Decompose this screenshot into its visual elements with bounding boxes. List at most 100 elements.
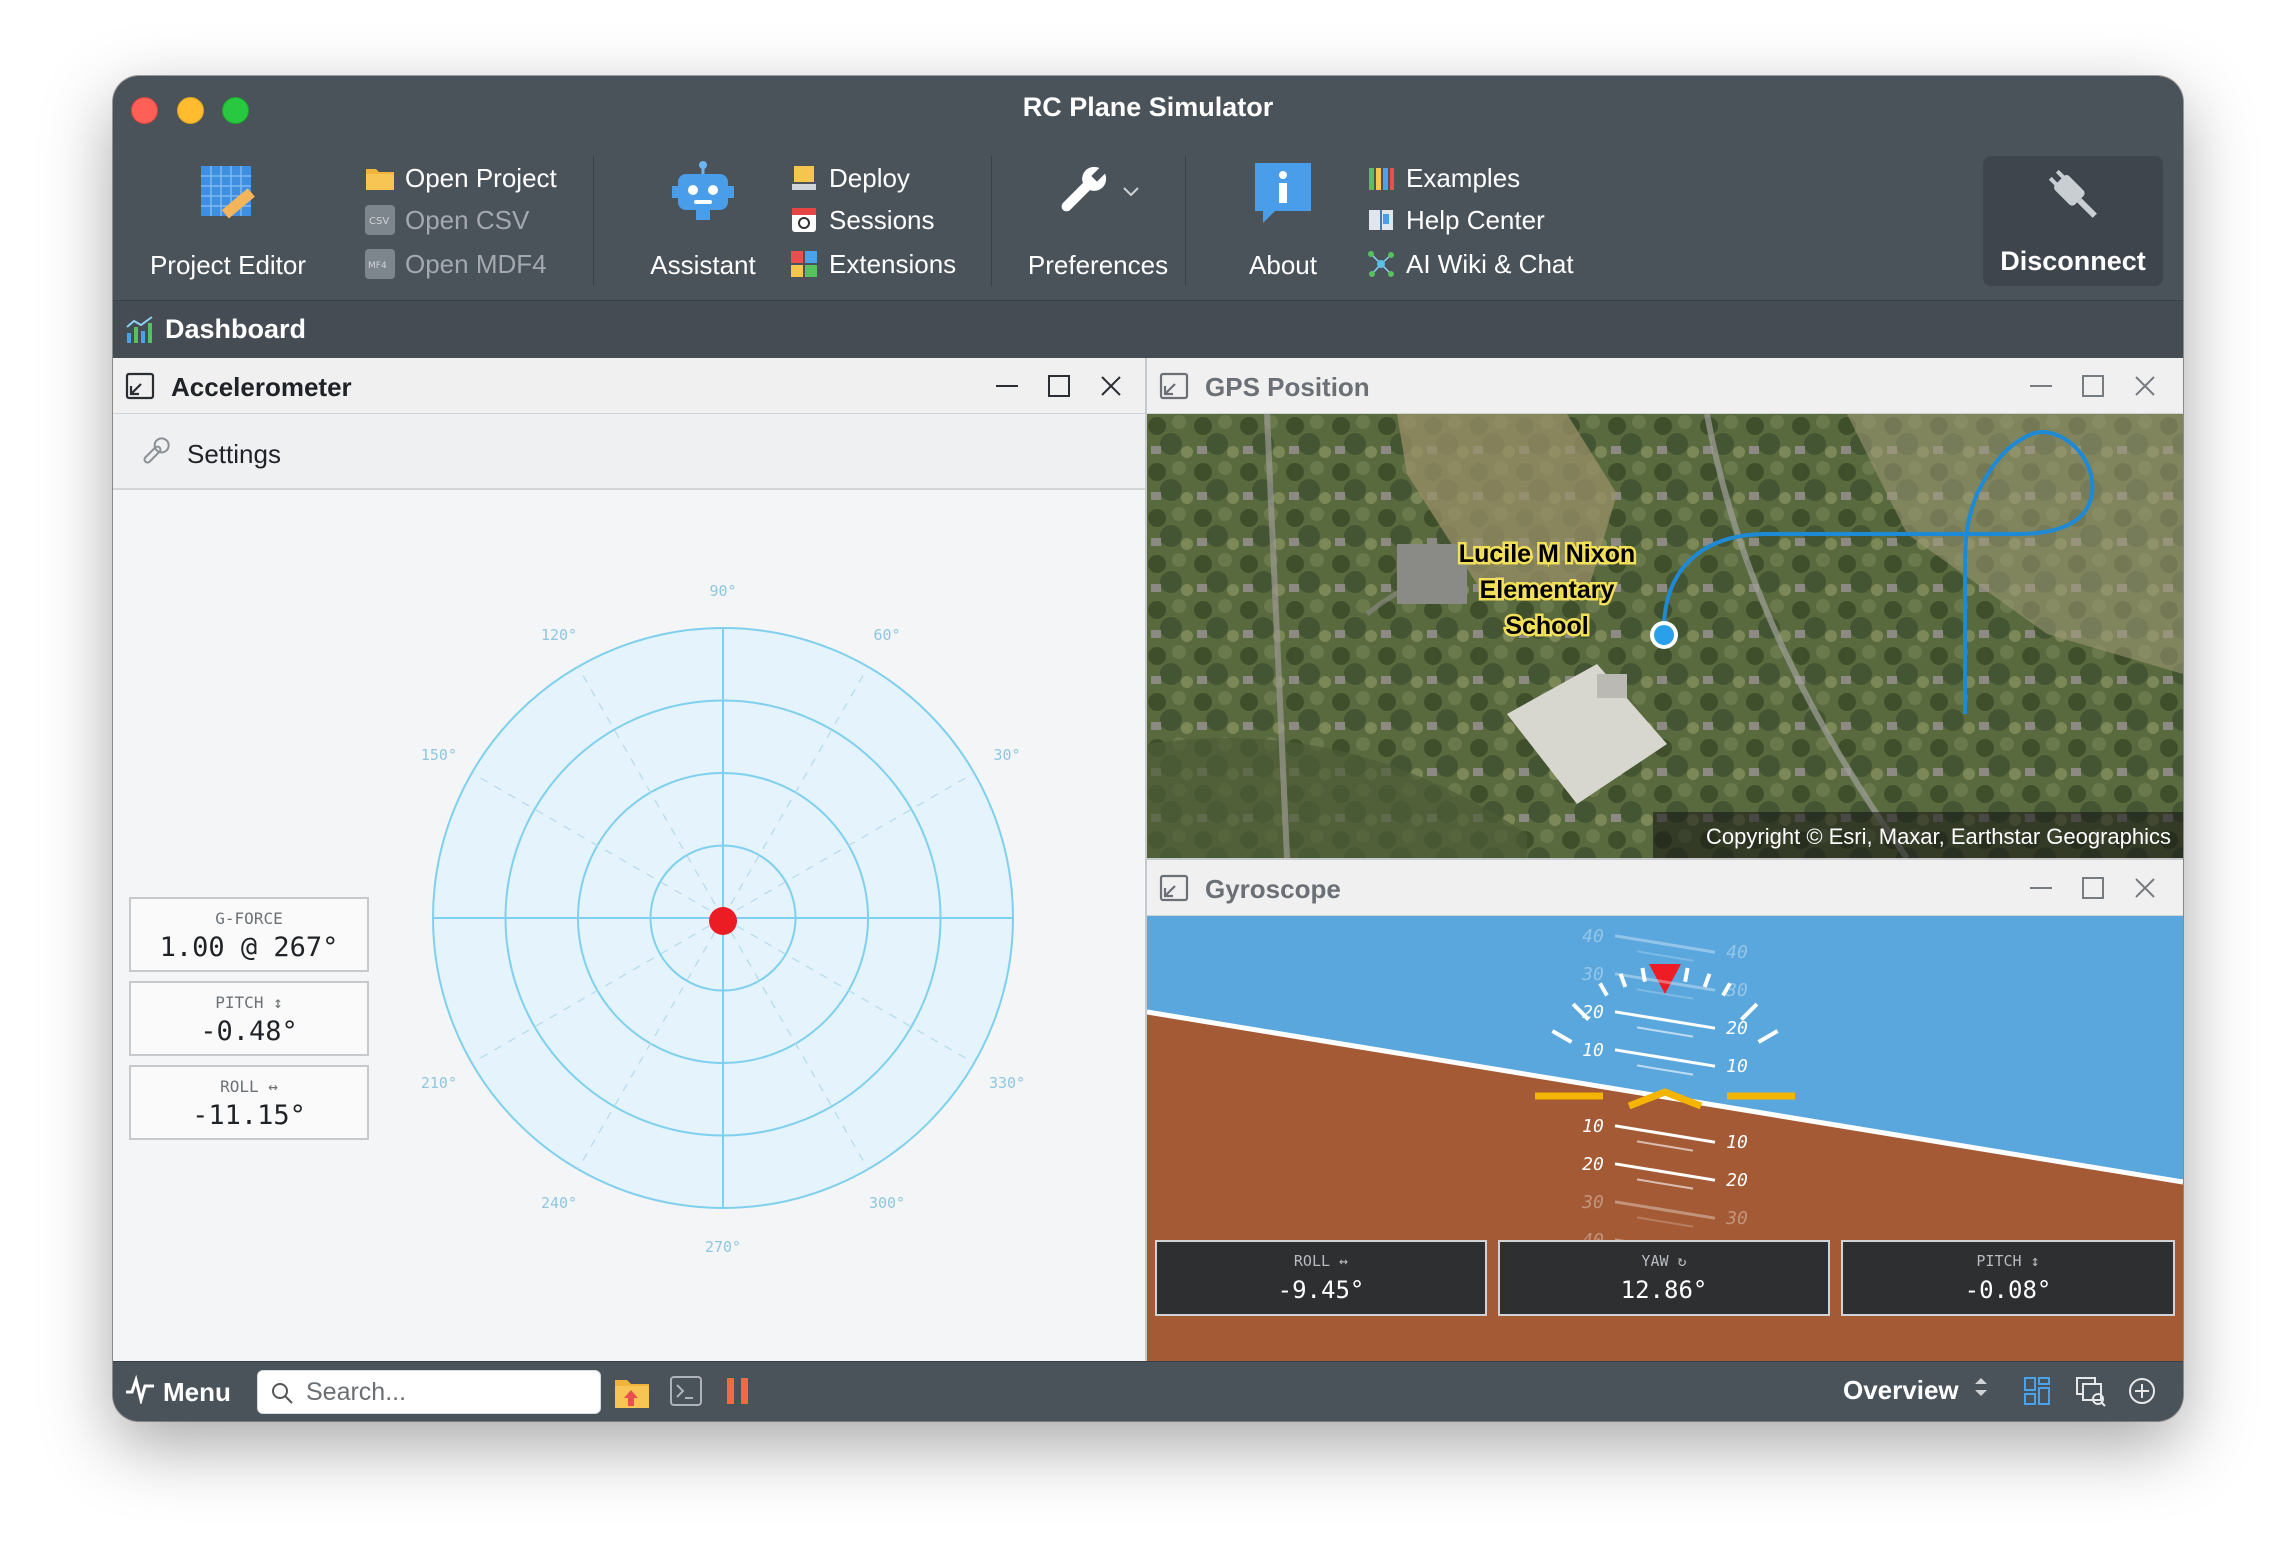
sessions-icon [789,205,819,235]
pitch-ladder-label: 20 [1726,1018,1748,1039]
assistant-button[interactable]: Assistant [613,136,793,280]
polar-angle-label: 30° [994,746,1021,764]
gforce-label: G-FORCE [215,909,283,928]
close-panel-button[interactable] [2131,874,2159,902]
gps-title: GPS Position [1205,372,1370,402]
help-book-icon [1366,205,1396,235]
open-project-button[interactable]: Open Project [365,158,557,198]
view-mode-select[interactable]: Overview [1843,1375,1989,1406]
polar-gforce-plot: 0°30°60°90°120°150°180°210°240°270°300°3… [413,582,1025,1256]
pitch-ladder-label: 10 [1582,1116,1604,1137]
info-icon [1248,158,1318,228]
examples-button[interactable]: Examples [1366,158,1520,198]
search-input[interactable] [306,1377,586,1407]
network-icon [1366,249,1396,279]
terminal-icon[interactable] [669,1375,703,1412]
robot-icon [668,158,738,228]
close-panel-button[interactable] [1097,372,1125,400]
pitch-ladder-label: 30 [1725,1208,1748,1229]
search-box [257,1370,601,1414]
polar-angle-label: 330° [989,1074,1025,1092]
title-bar: RC Plane Simulator [113,76,2183,136]
project-editor-label: Project Editor [149,250,307,280]
gyro-yaw-value: 12.86° [1620,1276,1708,1304]
project-editor-button[interactable]: Project Editor [123,136,333,280]
map-copyright: Copyright © Esri, Maxar, Earthstar Geogr… [1706,824,2171,849]
dashboard-bar: Dashboard [113,300,2183,358]
deploy-button[interactable]: Deploy [789,158,910,198]
toolbar-separator [1185,156,1186,286]
polar-angle-label: 300° [869,1194,905,1212]
maximize-panel-button[interactable] [2079,874,2107,902]
status-bar: Menu Overview [113,1361,2183,1421]
roll-value: -11.15° [192,1100,306,1131]
toolbar: Project Editor Open Project CSV Open CSV… [113,136,2183,300]
accelerometer-title: Accelerometer [171,372,352,402]
open-mdf4-button[interactable]: MF4 Open MDF4 [365,244,547,284]
open-mdf4-label: Open MDF4 [405,248,547,279]
app-window: RC Plane Simulator Project Editor Open P… [113,76,2183,1421]
aircraft-position-dot [1654,625,1674,645]
close-panel-button[interactable] [2131,372,2159,400]
menu-button[interactable]: Menu [125,1374,231,1411]
gforce-readout: G-FORCE 1.00 @ 267° [129,897,369,972]
popout-icon[interactable] [1159,874,1189,907]
grid-layout-icon[interactable] [2023,1376,2051,1411]
svg-text:CSV: CSV [369,216,389,227]
sessions-button[interactable]: Sessions [789,200,935,240]
extensions-button[interactable]: Extensions [789,244,956,284]
add-icon[interactable] [2127,1376,2157,1411]
pitch-readout: PITCH ↕ -0.48° [129,981,369,1056]
pitch-ladder-label: 30 [1581,1192,1604,1213]
wrench-icon [1043,158,1153,228]
toolbar-separator [991,156,992,286]
examples-label: Examples [1406,162,1521,193]
gyro-yaw-label: YAW ↻ [1641,1252,1687,1270]
satellite-map[interactable]: Lucile M Nixon Elementary School Copyrig… [1147,414,2183,858]
pitch-ladder-label: 10 [1726,1056,1748,1077]
disconnect-label: Disconnect [2000,246,2146,276]
gyroscope-panel: Gyroscope 404030302020101010102020303040… [1147,858,2183,1361]
csv-file-icon: CSV [365,205,395,235]
pitch-value: -0.48° [200,1016,298,1047]
minimize-panel-button[interactable] [2027,874,2055,902]
preferences-button[interactable]: Preferences [1008,136,1188,280]
gyroscope-title: Gyroscope [1205,874,1341,904]
roll-label: ROLL ↔ [220,1077,278,1096]
pause-icon[interactable] [723,1376,753,1411]
open-csv-button[interactable]: CSV Open CSV [365,200,529,240]
maximize-panel-button[interactable] [1045,372,1073,400]
examples-icon [1366,163,1396,193]
help-center-label: Help Center [1406,204,1545,235]
ai-wiki-chat-button[interactable]: AI Wiki & Chat [1366,244,1574,284]
pitch-ladder-label: 20 [1726,1170,1748,1191]
settings-label: Settings [187,439,281,469]
windows-icon[interactable] [2075,1376,2107,1413]
wrench-icon [139,434,173,475]
deploy-label: Deploy [829,162,910,193]
open-folder-icon[interactable] [613,1374,651,1415]
svg-text:MF4: MF4 [368,261,387,271]
extensions-icon [789,249,819,279]
toolbar-separator [593,156,594,286]
popout-icon[interactable] [1159,372,1189,405]
minimize-panel-button[interactable] [993,372,1021,400]
popout-icon[interactable] [125,372,155,405]
maximize-panel-button[interactable] [2079,372,2107,400]
polar-angle-label: 210° [421,1074,457,1092]
extensions-label: Extensions [829,248,957,279]
gforce-vector-point [709,907,737,935]
view-mode-label: Overview [1843,1375,1959,1405]
minimize-panel-button[interactable] [2027,372,2055,400]
roll-readout: ROLL ↔ -11.15° [129,1065,369,1140]
pitch-ladder-label: 10 [1582,1040,1604,1061]
about-button[interactable]: About [1213,136,1353,280]
help-center-button[interactable]: Help Center [1366,200,1545,240]
disconnect-button[interactable]: Disconnect [1983,156,2163,286]
pitch-ladder-label: 10 [1726,1132,1748,1153]
mdf4-file-icon: MF4 [365,249,395,279]
polar-angle-label: 120° [541,626,577,644]
gyro-yaw-readout: YAW ↻ 12.86° [1498,1240,1830,1316]
settings-button[interactable]: Settings [139,434,281,475]
gforce-value: 1.00 @ 267° [159,932,339,963]
